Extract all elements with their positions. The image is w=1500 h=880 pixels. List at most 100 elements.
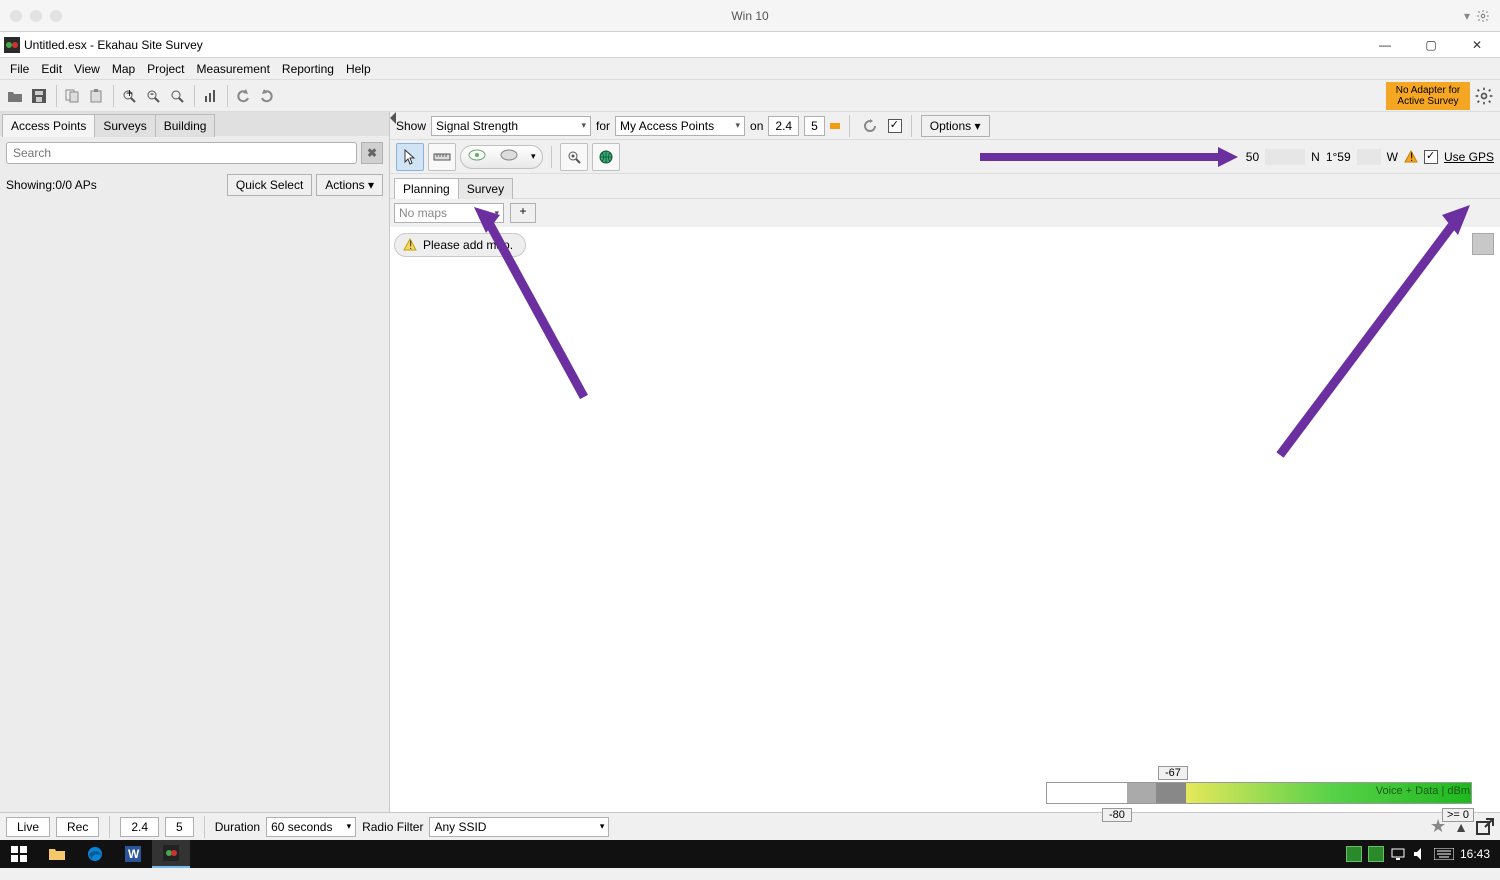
gps-lon-value: 1°59 bbox=[1326, 150, 1351, 164]
use-gps-checkbox[interactable] bbox=[1424, 150, 1438, 164]
menu-edit[interactable]: Edit bbox=[35, 60, 68, 78]
legend-marker-bottom: -80 bbox=[1102, 808, 1132, 822]
gps-warning-icon: ! bbox=[1404, 150, 1418, 164]
show-select[interactable]: Signal Strength bbox=[431, 116, 591, 136]
zoom-out-button[interactable]: - bbox=[142, 85, 164, 107]
tray-network-icon[interactable] bbox=[1390, 846, 1406, 862]
band-indicator bbox=[830, 123, 840, 129]
legend-max: >= 0 bbox=[1442, 808, 1474, 822]
radio-filter-label: Radio Filter bbox=[362, 820, 423, 834]
globe-button[interactable] bbox=[592, 143, 620, 171]
start-button[interactable] bbox=[0, 840, 38, 868]
ap-placement-group[interactable]: ▾ bbox=[460, 145, 543, 169]
locate-button[interactable] bbox=[560, 143, 588, 171]
redo-button[interactable] bbox=[256, 85, 278, 107]
warning-icon: ! bbox=[403, 238, 417, 252]
undo-button[interactable] bbox=[232, 85, 254, 107]
window-close-button[interactable]: ✕ bbox=[1454, 32, 1500, 58]
host-settings-icon[interactable] bbox=[1476, 9, 1490, 23]
save-button[interactable] bbox=[28, 85, 50, 107]
radio-filter-select[interactable]: Any SSID bbox=[429, 817, 609, 837]
showing-count: Showing:0/0 APs bbox=[6, 178, 227, 192]
settings-gear-icon[interactable] bbox=[1474, 86, 1494, 106]
simulated-ap-icon[interactable] bbox=[461, 148, 493, 165]
quick-select-button[interactable]: Quick Select bbox=[227, 174, 312, 196]
app-icon bbox=[4, 37, 20, 53]
tab-building[interactable]: Building bbox=[155, 114, 216, 137]
app-title-text: Untitled.esx - Ekahau Site Survey bbox=[24, 38, 203, 52]
tray-shield-icon[interactable] bbox=[1368, 846, 1384, 862]
word-icon[interactable]: W bbox=[114, 840, 152, 868]
open-button[interactable] bbox=[4, 85, 26, 107]
add-map-button[interactable]: + bbox=[510, 203, 536, 223]
menu-file[interactable]: File bbox=[4, 60, 35, 78]
host-dot-min[interactable] bbox=[30, 10, 42, 22]
menu-map[interactable]: Map bbox=[106, 60, 141, 78]
ekahau-taskbar-icon[interactable] bbox=[152, 840, 190, 868]
host-dot-max[interactable] bbox=[50, 10, 62, 22]
host-title: Win 10 bbox=[731, 9, 768, 23]
maps-panel-toggle[interactable] bbox=[1472, 233, 1494, 255]
zoom-fit-button[interactable] bbox=[166, 85, 188, 107]
menu-reporting[interactable]: Reporting bbox=[276, 60, 340, 78]
options-button[interactable]: Options ▾ bbox=[921, 115, 990, 137]
menu-bar: File Edit View Map Project Measurement R… bbox=[0, 58, 1500, 80]
measured-ap-icon[interactable] bbox=[493, 148, 525, 165]
gps-lat-value: 50 bbox=[1246, 150, 1259, 164]
menu-help[interactable]: Help bbox=[340, 60, 377, 78]
rec-button[interactable]: Rec bbox=[56, 817, 99, 837]
actions-button[interactable]: Actions ▾ bbox=[316, 174, 383, 196]
legend-marker-top: -67 bbox=[1158, 766, 1188, 780]
svg-text:-: - bbox=[150, 89, 154, 100]
host-dot-close[interactable] bbox=[10, 10, 22, 22]
tab-surveys[interactable]: Surveys bbox=[94, 114, 155, 137]
annotation-arrow-gps-icon bbox=[980, 147, 1238, 167]
filter-checkbox[interactable] bbox=[888, 119, 902, 133]
tray-keyboard-icon[interactable] bbox=[1434, 848, 1454, 860]
window-minimize-button[interactable]: — bbox=[1362, 32, 1408, 58]
window-maximize-button[interactable]: ▢ bbox=[1408, 32, 1454, 58]
svg-text:W: W bbox=[128, 847, 140, 861]
live-button[interactable]: Live bbox=[6, 817, 50, 837]
copy-button[interactable] bbox=[61, 85, 83, 107]
legend-caption: Voice + Data | dBm bbox=[1376, 785, 1470, 797]
duration-select[interactable]: 60 seconds bbox=[266, 817, 356, 837]
bottom-band-24[interactable]: 2.4 bbox=[120, 817, 159, 837]
svg-text:+: + bbox=[126, 89, 133, 100]
gps-lat-redacted bbox=[1265, 149, 1305, 165]
tab-access-points[interactable]: Access Points bbox=[2, 114, 95, 137]
tray-app-icon[interactable] bbox=[1346, 846, 1362, 862]
edge-icon[interactable] bbox=[76, 840, 114, 868]
clear-search-button[interactable]: ✖ bbox=[361, 142, 383, 164]
refresh-button[interactable] bbox=[859, 115, 881, 137]
host-menu-chevron-icon[interactable]: ▾ bbox=[1464, 9, 1470, 23]
tab-planning[interactable]: Planning bbox=[394, 178, 459, 199]
map-select[interactable]: No maps bbox=[394, 203, 504, 223]
menu-measurement[interactable]: Measurement bbox=[191, 60, 276, 78]
menu-view[interactable]: View bbox=[68, 60, 106, 78]
no-adapter-warning: No Adapter for Active Survey bbox=[1386, 82, 1470, 110]
tray-volume-icon[interactable] bbox=[1412, 846, 1428, 862]
chart-button[interactable] bbox=[199, 85, 221, 107]
paste-button[interactable] bbox=[85, 85, 107, 107]
map-canvas[interactable]: ! Please add map. -67 bbox=[390, 227, 1500, 812]
ruler-tool-button[interactable] bbox=[428, 143, 456, 171]
pointer-tool-button[interactable] bbox=[396, 143, 424, 171]
menu-project[interactable]: Project bbox=[141, 60, 190, 78]
sidebar-collapse-icon[interactable] bbox=[390, 112, 396, 124]
band-5-button[interactable]: 5 bbox=[804, 116, 825, 136]
file-explorer-icon[interactable] bbox=[38, 840, 76, 868]
use-gps-label[interactable]: Use GPS bbox=[1444, 150, 1494, 164]
zoom-in-button[interactable]: + bbox=[118, 85, 140, 107]
gps-lat-dir: N bbox=[1311, 150, 1320, 164]
popout-icon[interactable] bbox=[1476, 818, 1494, 836]
bottom-band-5[interactable]: 5 bbox=[165, 817, 194, 837]
on-label: on bbox=[750, 119, 763, 133]
tab-survey[interactable]: Survey bbox=[458, 178, 513, 199]
gps-lon-redacted bbox=[1357, 149, 1381, 165]
for-select[interactable]: My Access Points bbox=[615, 116, 745, 136]
tray-clock[interactable]: 16:43 bbox=[1460, 847, 1490, 861]
show-label: Show bbox=[396, 119, 426, 133]
band-24-button[interactable]: 2.4 bbox=[768, 116, 799, 136]
search-input[interactable] bbox=[6, 142, 357, 164]
